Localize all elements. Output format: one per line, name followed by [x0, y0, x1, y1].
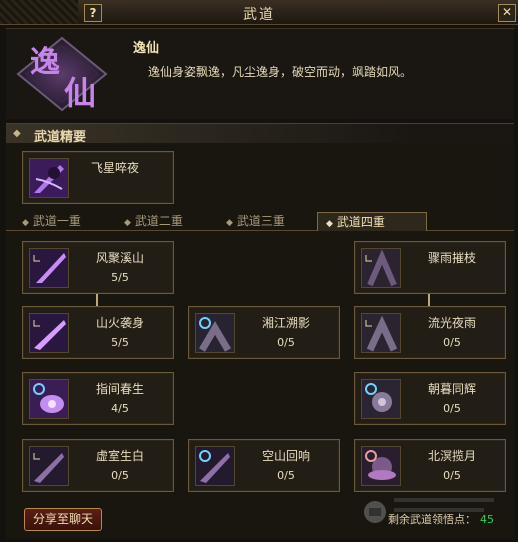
window-title: 武道	[243, 7, 275, 23]
tab-label: 武道一重	[32, 214, 81, 228]
skill-slot-streaming-light[interactable]: 流光夜雨 0/5	[354, 306, 506, 359]
points-value: 45	[480, 513, 494, 526]
skill-slot-spring-fingers[interactable]: 指间春生 4/5	[22, 372, 174, 425]
blade-skill-icon	[29, 313, 69, 353]
skill-name: 骤雨摧枝	[427, 251, 476, 265]
moon-skill-icon	[361, 446, 401, 486]
skill-connector	[428, 292, 430, 306]
section-header: ◆ 武道精要	[6, 123, 514, 145]
close-button[interactable]: ✕	[498, 4, 516, 22]
tab-tier-4[interactable]: ◆ 武道四重	[317, 212, 427, 231]
skill-name: 朝暮同辉	[427, 382, 476, 396]
tab-diamond-icon: ◆	[326, 219, 333, 229]
tab-diamond-icon: ◆	[226, 218, 233, 228]
tab-diamond-icon: ◆	[124, 218, 131, 228]
skill-slot-empty-room[interactable]: 虚室生白 0/5	[22, 439, 174, 492]
skill-name: 流光夜雨	[427, 316, 476, 330]
skill-name: 飞星啐夜	[91, 161, 140, 175]
tab-label: 武道三重	[236, 214, 285, 228]
skill-level: 0/5	[443, 402, 461, 415]
title-bar[interactable]: ? 武道 ✕	[0, 0, 518, 25]
skill-name: 山火袭身	[95, 316, 144, 330]
skill-name: 北溟揽月	[427, 449, 476, 463]
tier-tabs: ◆ 武道一重 ◆ 武道二重 ◆ 武道三重 ◆ 武道四重	[6, 211, 514, 231]
skill-level: 5/5	[111, 271, 129, 284]
skill-slot-sudden-rain[interactable]: 骤雨摧枝	[354, 241, 506, 294]
martial-way-window: ? 武道 ✕ 逸 仙 逸仙 逸仙身姿飘逸，凡尘逸身，破空而动，飒踏如风。 ◆ 武…	[0, 0, 518, 542]
light-rain-skill-icon	[361, 313, 401, 353]
tab-tier-2[interactable]: ◆ 武道二重	[124, 212, 210, 230]
skill-slot-north-sea-moon[interactable]: 北溟揽月 0/5	[354, 439, 506, 492]
tab-label: 武道二重	[134, 214, 183, 228]
river-skill-icon	[195, 313, 235, 353]
skill-name: 空山回响	[261, 449, 310, 463]
skill-slot-mountain-fire[interactable]: 山火袭身 5/5	[22, 306, 174, 359]
spring-skill-icon	[29, 379, 69, 419]
skill-name: 湘江溯影	[261, 316, 310, 330]
skill-name: 指间春生	[95, 382, 144, 396]
section-diamond-icon: ◆	[13, 128, 21, 139]
svg-text:仙: 仙	[64, 74, 96, 112]
blade-skill-icon	[29, 248, 69, 288]
skill-name: 虚室生白	[95, 449, 144, 463]
tab-diamond-icon: ◆	[22, 218, 29, 228]
points-label: 剩余武道领悟点：	[388, 513, 476, 526]
tab-tier-3[interactable]: ◆ 武道三重	[226, 212, 312, 230]
school-emblem-icon: 逸 仙	[10, 34, 114, 114]
skill-level: 5/5	[111, 336, 129, 349]
school-name: 逸仙	[133, 41, 160, 56]
skill-level: 0/5	[443, 469, 461, 482]
skill-slot-dawn-dusk[interactable]: 朝暮同辉 0/5	[354, 372, 506, 425]
echo-skill-icon	[195, 446, 235, 486]
dawn-skill-icon	[361, 379, 401, 419]
flying-star-skill-icon	[29, 158, 69, 198]
share-to-chat-button[interactable]: 分享至聊天	[24, 508, 102, 531]
school-description: 逸仙身姿飘逸，凡尘逸身，破空而动，飒踏如风。	[148, 65, 413, 79]
skill-slot-wind-mountain[interactable]: 风聚溪山 5/5	[22, 241, 174, 294]
skill-level: 0/5	[277, 469, 295, 482]
blade-skill-icon	[29, 446, 69, 486]
essential-skill-slot[interactable]: 飞星啐夜	[22, 151, 174, 204]
svg-text:逸: 逸	[30, 45, 60, 80]
tab-label: 武道四重	[336, 215, 385, 229]
skill-level: 0/5	[443, 336, 461, 349]
tab-tier-1[interactable]: ◆ 武道一重	[22, 212, 108, 230]
skill-slot-xiang-river[interactable]: 湘江溯影 0/5	[188, 306, 340, 359]
skill-connector	[96, 292, 98, 306]
rain-skill-icon	[361, 248, 401, 288]
skill-level: 0/5	[277, 336, 295, 349]
remaining-points: 剩余武道领悟点： 45	[388, 511, 494, 527]
skill-name: 风聚溪山	[95, 251, 144, 265]
skill-level: 4/5	[111, 402, 129, 415]
skill-slot-empty-mountain[interactable]: 空山回响 0/5	[188, 439, 340, 492]
skill-level: 0/5	[111, 469, 129, 482]
